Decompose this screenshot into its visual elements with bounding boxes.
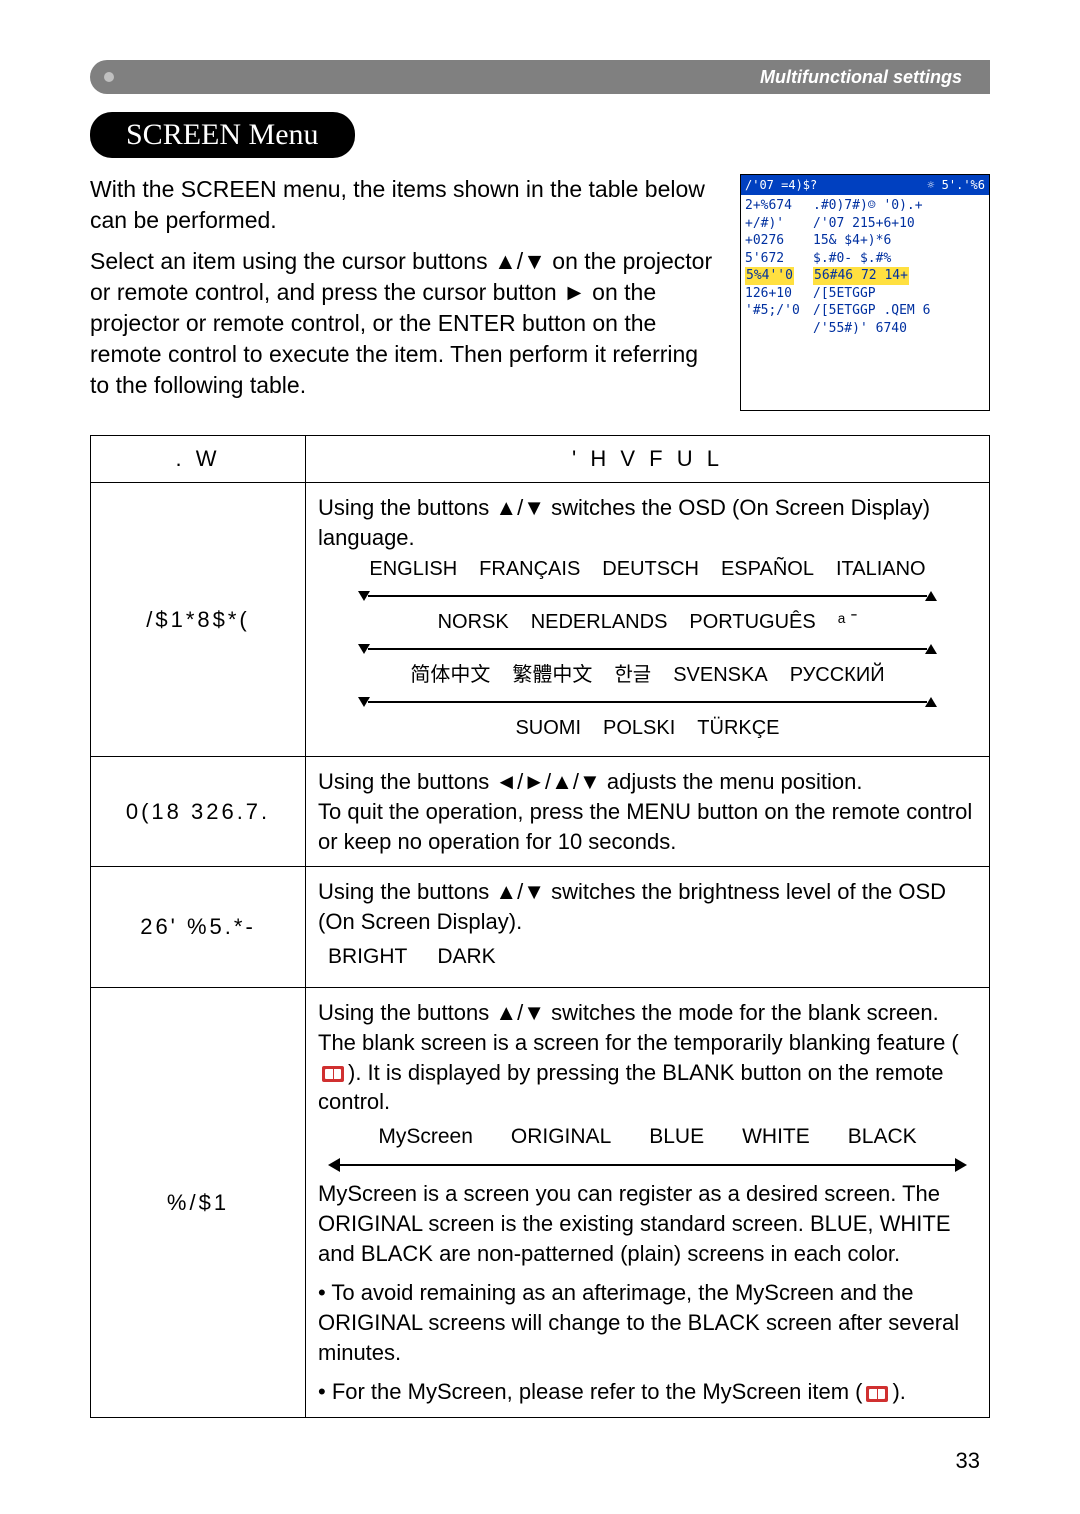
osd-cell: /[5ETGGP .QEM 6 bbox=[813, 302, 985, 320]
opt: BLUE bbox=[649, 1123, 704, 1151]
lang-opt: ENGLISH bbox=[369, 556, 457, 583]
settings-table: . W ' H V F U L /$1*8$*( Using the butto… bbox=[90, 435, 990, 1418]
intro-block: With the SCREEN menu, the items shown in… bbox=[90, 174, 990, 411]
osd-cell-highlight: 5%4''0 bbox=[745, 267, 794, 285]
osd-cell: +/#)' bbox=[745, 215, 813, 233]
lang-opt: ESPAÑOL bbox=[721, 556, 814, 583]
table-row: /$1*8$*( Using the buttons ▲/▼ switches … bbox=[91, 483, 990, 757]
cycle-arrow-icon bbox=[358, 640, 937, 658]
intro-paragraph-2: Select an item using the cursor buttons … bbox=[90, 246, 720, 401]
osd-cell: /'07 215+6+10 bbox=[813, 215, 985, 233]
table-row: %/$1 Using the buttons ▲/▼ switches the … bbox=[91, 988, 990, 1418]
item-menu-position: 0(18 326.7. bbox=[91, 757, 306, 867]
language-row-2: NORSK NEDERLANDS PORTUGUÊS ᵃ ˉ bbox=[318, 609, 977, 636]
osd-cell: 15& $4+)*6 bbox=[813, 232, 985, 250]
lang-opt: 简体中文 bbox=[410, 662, 490, 689]
osd-cell: 2+%674 bbox=[745, 197, 813, 215]
col-header-desc: ' H V F U L bbox=[306, 436, 990, 483]
osd-title-bar: /'07 =4)$? ☼ 5'.'%6 bbox=[741, 175, 989, 195]
osd-cell: 5'672 bbox=[745, 250, 813, 268]
osd-cell: /[5ETGGP bbox=[813, 285, 985, 303]
osd-title-right: ☼ 5'.'%6 bbox=[927, 177, 985, 193]
cycle-arrow-icon bbox=[328, 1157, 967, 1173]
blank-p1: Using the buttons ▲/▼ switches the mode … bbox=[318, 998, 977, 1117]
osd-preview: /'07 =4)$? ☼ 5'.'%6 2+%674 +/#)' +0276 5… bbox=[740, 174, 990, 411]
opt: DARK bbox=[437, 943, 495, 971]
col-header-item: . W bbox=[91, 436, 306, 483]
desc-blank: Using the buttons ▲/▼ switches the mode … bbox=[306, 988, 990, 1418]
page-number: 33 bbox=[956, 1448, 980, 1474]
opt: BLACK bbox=[848, 1123, 917, 1151]
lang-opt: ᵃ ˉ bbox=[838, 609, 858, 636]
language-row-3: 简体中文 繁體中文 한글 SVENSKA РУССКИЙ bbox=[318, 662, 977, 689]
osd-body: 2+%674 +/#)' +0276 5'672 5%4''0 126+10 '… bbox=[741, 195, 989, 339]
osd-cell: /'55#)' 6740 bbox=[813, 320, 985, 338]
table-header-row: . W ' H V F U L bbox=[91, 436, 990, 483]
blank-p2: MyScreen is a screen you can register as… bbox=[318, 1179, 977, 1268]
lang-opt: NORSK bbox=[438, 609, 509, 636]
cycle-arrow-icon bbox=[358, 693, 937, 711]
lang-opt: РУССКИЙ bbox=[790, 662, 885, 689]
osd-cell: 126+10 bbox=[745, 285, 813, 303]
osdbright-options: BRIGHT DARK bbox=[328, 943, 977, 971]
language-row-1: ENGLISH FRANÇAIS DEUTSCH ESPAÑOL ITALIAN… bbox=[318, 556, 977, 583]
osd-cell: '#5;/'0 bbox=[745, 302, 813, 320]
osd-title-left: /'07 =4)$? bbox=[745, 177, 817, 193]
section-header-bar: Multifunctional settings bbox=[90, 60, 990, 94]
table-row: 0(18 326.7. Using the buttons ◄/►/▲/▼ ad… bbox=[91, 757, 990, 867]
blank-p4: • For the MyScreen, please refer to the … bbox=[318, 1377, 977, 1407]
desc-language: Using the buttons ▲/▼ switches the OSD (… bbox=[306, 483, 990, 757]
osdbright-lead: Using the buttons ▲/▼ switches the brigh… bbox=[318, 877, 977, 936]
lang-opt: SVENSKA bbox=[673, 662, 767, 689]
table-row: 26' %5.*- Using the buttons ▲/▼ switches… bbox=[91, 867, 990, 988]
language-row-4: SUOMI POLSKI TÜRKÇE bbox=[318, 715, 977, 742]
desc-menu-position: Using the buttons ◄/►/▲/▼ adjusts the me… bbox=[306, 757, 990, 867]
manual-ref-icon bbox=[866, 1386, 888, 1402]
manual-ref-icon bbox=[322, 1066, 344, 1082]
osd-cell: $.#0- $.#% bbox=[813, 250, 985, 268]
blank-options: MyScreen ORIGINAL BLUE WHITE BLACK bbox=[318, 1123, 977, 1151]
lang-opt: FRANÇAIS bbox=[479, 556, 580, 583]
lang-opt: SUOMI bbox=[515, 715, 581, 742]
lang-opt: NEDERLANDS bbox=[531, 609, 668, 636]
opt: BRIGHT bbox=[328, 943, 407, 971]
lang-opt: POLSKI bbox=[603, 715, 675, 742]
lang-opt: 한글 bbox=[614, 662, 651, 689]
blank-p3: • To avoid remaining as an afterimage, t… bbox=[318, 1278, 977, 1367]
item-blank: %/$1 bbox=[91, 988, 306, 1418]
section-name: Multifunctional settings bbox=[760, 67, 962, 88]
osd-cell-highlight: 56#46 72 14+ bbox=[813, 267, 909, 285]
lang-opt: 繁體中文 bbox=[512, 662, 592, 689]
opt: ORIGINAL bbox=[511, 1123, 611, 1151]
opt: MyScreen bbox=[378, 1123, 473, 1151]
intro-paragraph-1: With the SCREEN menu, the items shown in… bbox=[90, 174, 720, 236]
page-title: SCREEN Menu bbox=[90, 112, 355, 158]
lang-opt: PORTUGUÊS bbox=[689, 609, 815, 636]
lang-opt: DEUTSCH bbox=[602, 556, 699, 583]
osd-cell: .#0)7#)☺ '0).+ bbox=[813, 197, 985, 215]
lang-opt: TÜRKÇE bbox=[697, 715, 779, 742]
header-dot-icon bbox=[104, 72, 114, 82]
intro-text: With the SCREEN menu, the items shown in… bbox=[90, 174, 720, 411]
item-language: /$1*8$*( bbox=[91, 483, 306, 757]
osd-cell: +0276 bbox=[745, 232, 813, 250]
language-lead: Using the buttons ▲/▼ switches the OSD (… bbox=[318, 493, 977, 552]
lang-opt: ITALIANO bbox=[836, 556, 926, 583]
opt: WHITE bbox=[742, 1123, 810, 1151]
osd-col-left: 2+%674 +/#)' +0276 5'672 5%4''0 126+10 '… bbox=[745, 197, 813, 337]
desc-osd-bright: Using the buttons ▲/▼ switches the brigh… bbox=[306, 867, 990, 988]
item-osd-bright: 26' %5.*- bbox=[91, 867, 306, 988]
cycle-arrow-icon bbox=[358, 587, 937, 605]
osd-col-right: .#0)7#)☺ '0).+ /'07 215+6+10 15& $4+)*6 … bbox=[813, 197, 985, 337]
